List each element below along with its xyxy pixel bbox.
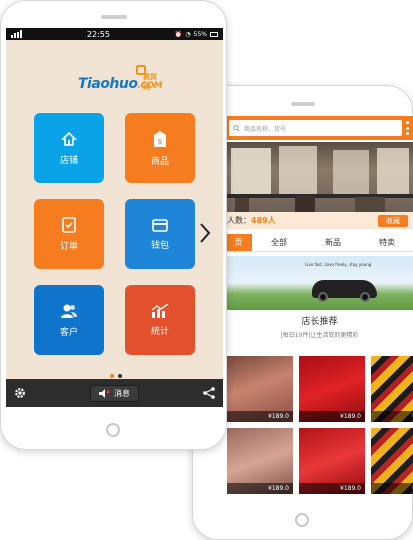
recommend-section: 店长推荐 |每日10件|让生活变的更精彩 [225,314,413,339]
mockup-stage: 商品名称、货号 人数：489人 收藏 页 全部 新品 特卖 Live fast,… [0,0,413,540]
tile-label: 店铺 [59,155,78,166]
share-icon[interactable] [203,387,215,399]
product-card[interactable]: ¥189.0 [299,356,365,422]
speaker [101,15,127,19]
bottom-bar: 消息 [6,379,223,407]
wifi-icon: ◔ [185,30,191,38]
product-card[interactable]: ¥189.0 [227,356,293,422]
store-visitors: 人数：489人 [227,216,276,225]
store-screen: 商品名称、货号 人数：489人 收藏 页 全部 新品 特卖 Live fast,… [225,116,413,494]
speaker [291,102,315,106]
status-bar: 22:55 ⏰ ◔ 55% [6,28,223,40]
messages-label: 消息 [114,388,130,398]
search-bar: 商品名称、货号 [225,116,413,140]
tab-all[interactable]: 全部 [252,234,306,251]
speaker-icon [99,388,110,398]
clock: 22:55 [86,29,110,39]
store-icon [61,131,77,146]
visitor-count: 489人 [251,216,276,225]
store-photo [225,142,413,212]
page-indicator [110,374,122,378]
product-price: ¥189.0 [299,411,365,422]
search-placeholder: 商品名称、货号 [244,125,287,133]
store-info-row: 人数：489人 收藏 [225,212,413,229]
product-price: ¥189.0 [227,411,293,422]
tile-statistics[interactable]: 统计 [125,285,195,355]
promo-banner[interactable]: Live fast, Love freely, stay young [225,256,413,310]
product-grid: ¥189.0 ¥189.0 ¥189.0 ¥189.0 ¥189.0 ¥189.… [227,356,413,494]
home-button[interactable] [295,513,309,527]
customers-icon [61,304,77,318]
wallet-icon [152,218,168,232]
product-price: ¥189.0 [227,483,293,494]
messages-button[interactable]: 消息 [90,384,139,402]
search-input[interactable]: 商品名称、货号 [229,120,402,136]
store-tabs: 页 全部 新品 特卖 [225,234,413,252]
banner-tagline: Live fast, Love freely, stay young [305,262,372,267]
tile-label: 钱包 [150,240,169,251]
tab-new[interactable]: 新品 [306,234,360,251]
product-card[interactable]: ¥189.0 [371,356,413,422]
tile-customers[interactable]: 客户 [34,285,104,355]
statistics-icon [151,303,169,318]
product-card[interactable]: ¥189.0 [227,428,293,494]
battery-percent: 55% [193,30,207,38]
phone-left: 22:55 ⏰ ◔ 55% 挑货网 Tiaohuo.COM 店铺 $ 商品 订单… [0,0,227,450]
price-tag-icon: $ [154,130,166,147]
product-card[interactable]: ¥189.0 [299,428,365,494]
home-screen: 22:55 ⏰ ◔ 55% 挑货网 Tiaohuo.COM 店铺 $ 商品 订单… [6,28,223,407]
svg-text:$: $ [157,137,162,146]
product-price: ¥189.0 [299,483,365,494]
chevron-right-icon[interactable] [198,222,212,244]
tile-wallet[interactable]: 钱包 [125,199,195,269]
signal-icon [11,30,22,38]
order-icon [62,216,76,233]
tile-orders[interactable]: 订单 [34,199,104,269]
status-icons: ⏰ ◔ 55% [175,31,218,38]
tile-label: 商品 [150,156,169,167]
product-price: ¥189.0 [371,411,413,422]
tile-label: 客户 [59,327,78,338]
tile-store[interactable]: 店铺 [34,113,104,183]
home-button[interactable] [106,423,120,437]
favorite-button[interactable]: 收藏 [378,214,408,227]
product-price: ¥189.0 [371,483,413,494]
tile-label: 订单 [59,241,78,252]
tile-label: 统计 [150,326,169,337]
tab-sale[interactable]: 特卖 [360,234,413,251]
recommend-subtitle: |每日10件|让生活变的更精彩 [280,332,359,339]
tiaohuo-logo: 挑货网 Tiaohuo.COM [78,65,163,102]
product-card[interactable]: ¥189.0 [371,428,413,494]
more-menu-icon[interactable] [406,121,410,135]
alarm-icon: ⏰ [174,30,183,38]
settings-gear-icon[interactable] [14,387,26,399]
logo-wordmark: Tiaohuo.COM [78,76,163,92]
tile-products[interactable]: $ 商品 [125,113,195,183]
search-icon [233,124,240,132]
battery-icon [209,31,218,37]
tab-home[interactable]: 页 [225,234,252,251]
recommend-title: 店长推荐 [301,317,338,327]
